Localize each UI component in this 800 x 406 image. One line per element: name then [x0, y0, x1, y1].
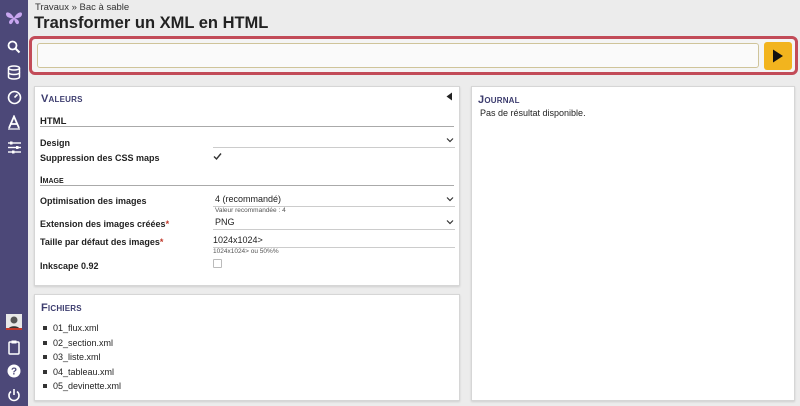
journal-panel-title: Journal	[478, 94, 520, 106]
command-bar	[29, 36, 798, 75]
dashboard-gauge-icon[interactable]	[0, 85, 28, 109]
file-name: 03_liste.xml	[53, 352, 101, 362]
css-maps-checkbox[interactable]	[213, 152, 222, 161]
check-icon	[213, 153, 222, 161]
design-select[interactable]	[213, 135, 455, 148]
section-divider	[40, 185, 454, 186]
file-list: 01_flux.xml 02_section.xml 03_liste.xml …	[43, 321, 121, 394]
list-item[interactable]: 04_tableau.xml	[43, 365, 121, 380]
bullet	[43, 340, 47, 345]
sliders-icon[interactable]	[0, 135, 28, 159]
files-panel-title: Fichiers	[41, 302, 82, 314]
svg-text:?: ?	[11, 367, 17, 378]
ext-select-value: PNG	[215, 217, 235, 227]
breadcrumb[interactable]: Travaux » Bac à sable	[35, 2, 129, 13]
collapse-left-icon[interactable]	[446, 92, 453, 104]
size-input-value: 1024x1024>	[213, 235, 263, 245]
css-maps-label: Suppression des CSS maps	[40, 153, 160, 163]
size-input[interactable]: 1024x1024>	[213, 235, 455, 248]
ext-label-text: Extension des images créées	[40, 219, 166, 229]
file-name: 05_devinette.xml	[53, 381, 122, 391]
chevron-down-icon	[446, 138, 454, 143]
optim-hint: Valeur recommandée : 4	[215, 207, 286, 214]
database-icon[interactable]	[0, 60, 28, 84]
list-item[interactable]: 01_flux.xml	[43, 321, 121, 336]
power-icon[interactable]	[0, 383, 28, 406]
user-avatar-icon[interactable]	[0, 310, 28, 334]
optim-label: Optimisation des images	[40, 196, 147, 206]
values-panel: Valeurs HTML Design Suppression des CSS …	[34, 86, 460, 286]
values-panel-title: Valeurs	[41, 93, 83, 105]
design-label: Design	[40, 138, 71, 148]
bullet	[43, 369, 47, 374]
ext-label: Extension des images créées*	[40, 219, 169, 229]
inkscape-label: Inkscape 0.92	[40, 261, 99, 271]
page-title: Transformer un XML en HTML	[34, 14, 269, 32]
help-icon[interactable]: ?	[0, 359, 28, 383]
list-item[interactable]: 02_section.xml	[43, 336, 121, 351]
clipboard-icon[interactable]	[0, 335, 28, 359]
required-mark: *	[159, 237, 164, 247]
run-button[interactable]	[764, 42, 792, 70]
sidebar: ?	[0, 0, 28, 406]
play-icon	[773, 49, 783, 63]
size-label-text: Taille par défaut des images	[40, 237, 160, 247]
chevron-down-icon	[446, 220, 454, 225]
search-icon[interactable]	[0, 35, 28, 59]
journal-panel: Journal Pas de résultat disponible.	[471, 86, 795, 401]
text-a-icon[interactable]	[0, 110, 28, 134]
bullet	[43, 384, 47, 389]
required-mark: *	[165, 219, 170, 229]
list-item[interactable]: 05_devinette.xml	[43, 379, 121, 394]
optim-select-value: 4 (recommandé)	[215, 194, 282, 204]
file-name: 01_flux.xml	[53, 323, 99, 333]
size-label: Taille par défaut des images*	[40, 237, 163, 247]
inkscape-checkbox[interactable]	[213, 259, 222, 268]
ext-select[interactable]: PNG	[213, 217, 455, 230]
optim-select[interactable]: 4 (recommandé)	[213, 194, 455, 207]
file-name: 02_section.xml	[53, 337, 114, 348]
files-panel: Fichiers 01_flux.xml 02_section.xml 03_l…	[34, 294, 460, 401]
bullet	[43, 326, 47, 331]
file-name: 04_tableau.xml	[53, 366, 115, 377]
chevron-down-icon	[446, 197, 454, 202]
section-divider	[40, 126, 454, 127]
butterfly-logo-icon[interactable]	[0, 6, 28, 30]
bullet	[43, 355, 47, 360]
size-hint: 1024x1024> ou 50%%	[213, 248, 279, 255]
list-item[interactable]: 03_liste.xml	[43, 350, 121, 365]
journal-message: Pas de résultat disponible.	[480, 108, 586, 118]
command-input[interactable]	[37, 43, 759, 68]
